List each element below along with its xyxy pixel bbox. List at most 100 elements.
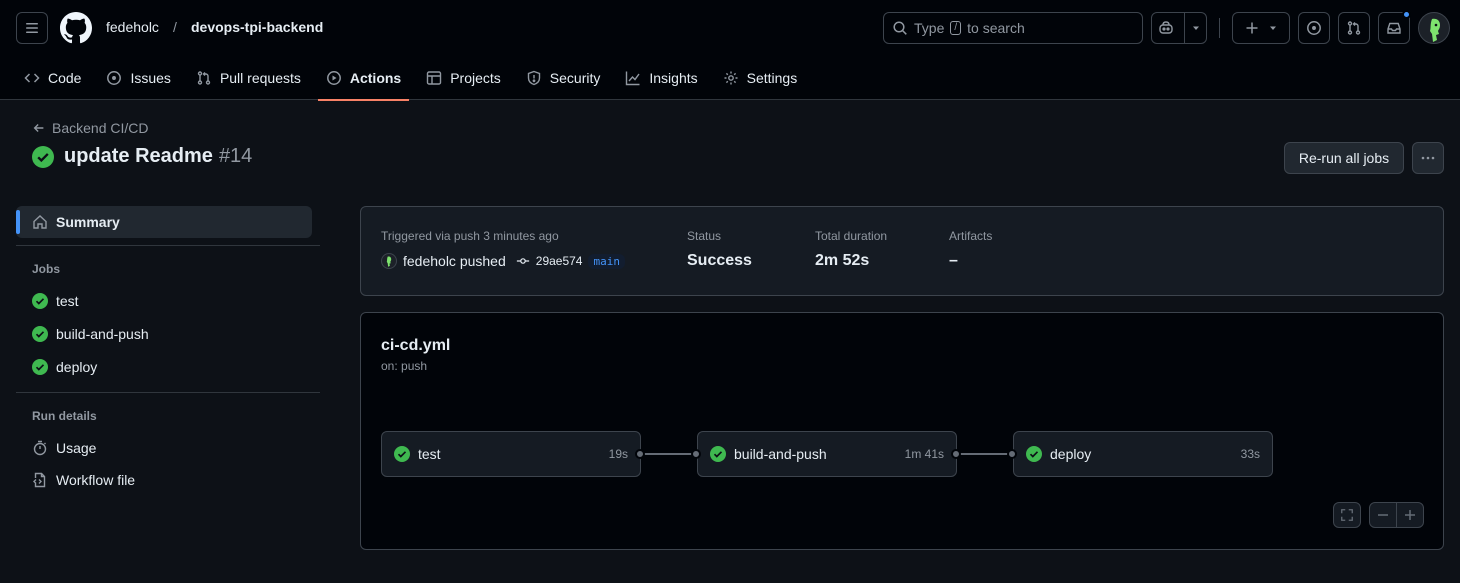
- sidebar-divider: [16, 392, 320, 393]
- zoom-controls: [1369, 502, 1424, 528]
- create-new-button[interactable]: [1232, 12, 1290, 44]
- search-suffix: to search: [967, 20, 1025, 36]
- tab-projects[interactable]: Projects: [418, 56, 509, 100]
- table-icon: [427, 71, 442, 85]
- arrow-left-icon: [33, 124, 44, 132]
- pull-requests-button[interactable]: [1338, 12, 1370, 44]
- actor-text[interactable]: fedeholc pushed: [403, 253, 506, 269]
- check-circle-fill-icon: [32, 326, 48, 342]
- tab-actions[interactable]: Actions: [317, 56, 410, 101]
- sidebar-job-label: deploy: [56, 359, 98, 375]
- tab-code[interactable]: Code: [16, 56, 89, 100]
- artifacts-label: Artifacts: [949, 229, 993, 243]
- fullscreen-icon: [1341, 509, 1353, 521]
- graph-job-name: test: [418, 446, 441, 462]
- copilot-button[interactable]: [1151, 12, 1207, 44]
- inbox-icon: [1387, 22, 1401, 34]
- zoom-in-button[interactable]: [1397, 503, 1423, 527]
- git-pull-request-icon: [1347, 21, 1361, 35]
- graph-job-name: build-and-push: [734, 446, 827, 462]
- graph-job-name: deploy: [1050, 446, 1092, 462]
- tab-label: Settings: [746, 70, 798, 86]
- gear-icon: [724, 71, 738, 85]
- global-header: fedeholc / devops-tpi-backend Type / to …: [0, 0, 1460, 101]
- chevron-down-icon: [1192, 26, 1199, 30]
- sidebar-job-test[interactable]: test: [32, 293, 79, 309]
- github-logo-icon[interactable]: [60, 12, 92, 44]
- graph-job-test[interactable]: test 19s: [381, 431, 641, 477]
- actor-avatar[interactable]: [381, 253, 397, 269]
- duration-value[interactable]: 2m 52s: [815, 252, 869, 270]
- dash-icon: [1377, 514, 1388, 516]
- sidebar-job-build-and-push[interactable]: build-and-push: [32, 326, 149, 342]
- workflow-file-name: ci-cd.yml: [381, 337, 451, 354]
- branch-badge[interactable]: main: [588, 253, 625, 269]
- kebab-horizontal-icon: [1421, 156, 1435, 160]
- repo-link[interactable]: devops-tpi-backend: [191, 19, 323, 35]
- git-commit-icon: [516, 258, 529, 264]
- trigger-label: Triggered via push 3 minutes ago: [381, 229, 559, 243]
- tab-security[interactable]: Security: [518, 56, 609, 100]
- search-input[interactable]: Type / to search: [883, 12, 1143, 44]
- fullscreen-button[interactable]: [1333, 502, 1361, 528]
- commit-sha[interactable]: 29ae574: [536, 254, 583, 268]
- run-title: update Readme: [64, 145, 213, 167]
- sidebar-item-usage[interactable]: Usage: [32, 440, 96, 456]
- more-options-button[interactable]: [1412, 142, 1444, 174]
- workflow-trigger: on: push: [381, 359, 428, 373]
- menu-button[interactable]: [16, 12, 48, 44]
- sidebar-item-workflow-file[interactable]: Workflow file: [32, 472, 135, 488]
- plus-icon: [1246, 22, 1258, 34]
- code-icon: [24, 73, 40, 83]
- status-label: Status: [687, 229, 722, 243]
- tab-label: Actions: [349, 70, 402, 86]
- graph-job-build-and-push[interactable]: build-and-push 1m 41s: [697, 431, 957, 477]
- run-details-heading: Run details: [32, 409, 97, 423]
- status-value: Success: [687, 252, 752, 269]
- search-prefix: Type: [914, 20, 945, 36]
- jobs-heading: Jobs: [32, 262, 61, 276]
- sidebar-job-label: test: [56, 293, 79, 309]
- duration-label: Total duration: [815, 229, 888, 243]
- issues-button[interactable]: [1298, 12, 1330, 44]
- rerun-all-jobs-button[interactable]: Re-run all jobs: [1284, 142, 1404, 174]
- zoom-out-button[interactable]: [1370, 503, 1397, 527]
- graph-node-port: [1007, 449, 1017, 459]
- sidebar-summary-label: Summary: [56, 214, 120, 230]
- user-avatar[interactable]: [1418, 12, 1450, 44]
- graph-node-port: [635, 449, 645, 459]
- tab-insights[interactable]: Insights: [617, 56, 705, 100]
- notification-dot: [1402, 10, 1411, 19]
- sidebar-item-summary[interactable]: Summary: [16, 206, 312, 238]
- pull-request-icon: [197, 71, 211, 85]
- run-summary-card: Triggered via push 3 minutes ago fedehol…: [360, 206, 1444, 296]
- shield-icon: [527, 70, 540, 86]
- home-icon: [33, 215, 47, 229]
- page-title: update Readme #14: [32, 145, 252, 168]
- sidebar-job-deploy[interactable]: deploy: [32, 359, 97, 375]
- tab-issues[interactable]: Issues: [98, 56, 178, 100]
- check-circle-fill-icon: [1026, 446, 1042, 462]
- workflow-back-link[interactable]: Backend CI/CD: [32, 120, 148, 136]
- search-icon: [893, 21, 907, 35]
- chevron-down-icon: [1270, 26, 1276, 30]
- check-circle-fill-icon: [710, 446, 726, 462]
- graph-job-deploy[interactable]: deploy 33s: [1013, 431, 1273, 477]
- workflow-name: Backend CI/CD: [52, 120, 149, 136]
- repo-nav: Code Issues Pull requests Actions Projec…: [16, 56, 814, 101]
- play-icon: [326, 71, 341, 85]
- owner-link[interactable]: fedeholc: [106, 19, 159, 35]
- tab-pull-requests[interactable]: Pull requests: [188, 56, 309, 100]
- sidebar-job-label: build-and-push: [56, 326, 149, 342]
- issue-icon: [107, 71, 122, 85]
- file-code-icon: [33, 472, 46, 488]
- graph-job-duration: 19s: [608, 447, 628, 461]
- hamburger-icon: [26, 23, 38, 33]
- tab-settings[interactable]: Settings: [715, 56, 806, 100]
- tab-label: Pull requests: [219, 70, 301, 86]
- trigger-details: fedeholc pushed 29ae574 main: [381, 253, 625, 269]
- tab-label: Projects: [450, 70, 501, 86]
- graph-connector: [957, 453, 1013, 455]
- tab-label: Code: [48, 70, 82, 86]
- graph-connector: [641, 453, 697, 455]
